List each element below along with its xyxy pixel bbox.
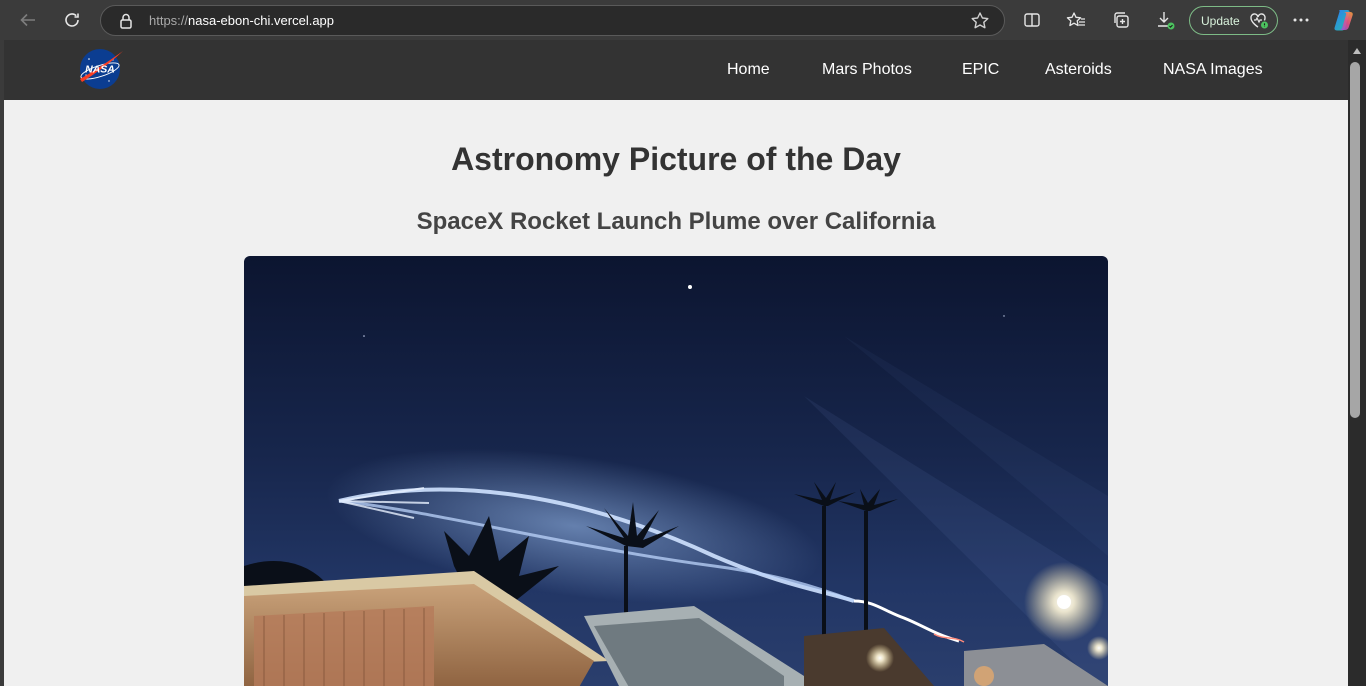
page-viewport: NASA Home Mars Photos EPIC Asteroids NAS… [4, 40, 1348, 686]
refresh-icon [65, 13, 79, 27]
url-scheme: https:// [149, 13, 189, 28]
url-text[interactable]: https://nasa-ebon-chi.vercel.app [149, 13, 334, 28]
more-icon [1293, 18, 1309, 22]
lock-icon[interactable] [118, 12, 134, 30]
split-screen-icon [1024, 13, 1040, 27]
nav-epic[interactable]: EPIC [962, 61, 999, 79]
page-title: Astronomy Picture of the Day [451, 141, 901, 177]
back-icon [20, 13, 35, 27]
collections-icon [1114, 12, 1129, 28]
browser-toolbar: https://nasa-ebon-chi.vercel.app Update [0, 0, 1366, 40]
nav-asteroids[interactable]: Asteroids [1045, 61, 1112, 79]
scrollbar-thumb[interactable] [1350, 62, 1360, 418]
update-button[interactable]: Update [1189, 6, 1278, 35]
browser-essentials-heart-icon [1250, 13, 1268, 29]
site-nav-links: Home Mars Photos EPIC Asteroids NASA Ima… [4, 61, 1348, 83]
favorites-button[interactable] [1062, 6, 1090, 34]
scroll-up-arrow-icon[interactable] [1353, 48, 1361, 54]
collections-button[interactable] [1107, 6, 1135, 34]
apod-title: SpaceX Rocket Launch Plume over Californ… [416, 208, 936, 235]
split-screen-button[interactable] [1018, 6, 1046, 34]
apod-image[interactable] [244, 256, 1108, 686]
update-label: Update [1201, 13, 1240, 28]
favorite-star-icon[interactable] [970, 11, 990, 31]
downloads-button[interactable] [1151, 6, 1179, 34]
more-button[interactable] [1287, 6, 1315, 34]
refresh-button[interactable] [58, 6, 86, 34]
apod-photo [244, 256, 1108, 686]
url-host: nasa-ebon-chi.vercel.app [188, 13, 335, 28]
downloads-icon [1158, 12, 1175, 30]
nav-mars-photos[interactable]: Mars Photos [822, 61, 912, 79]
address-bar[interactable]: https://nasa-ebon-chi.vercel.app [100, 5, 1005, 36]
nav-nasa-images[interactable]: NASA Images [1163, 61, 1263, 79]
copilot-icon[interactable] [1331, 7, 1357, 33]
back-button[interactable] [14, 6, 42, 34]
nav-home[interactable]: Home [727, 61, 770, 79]
site-navbar: NASA Home Mars Photos EPIC Asteroids NAS… [4, 40, 1348, 100]
page-scrollbar[interactable] [1348, 40, 1366, 686]
favorites-icon [1066, 12, 1085, 27]
